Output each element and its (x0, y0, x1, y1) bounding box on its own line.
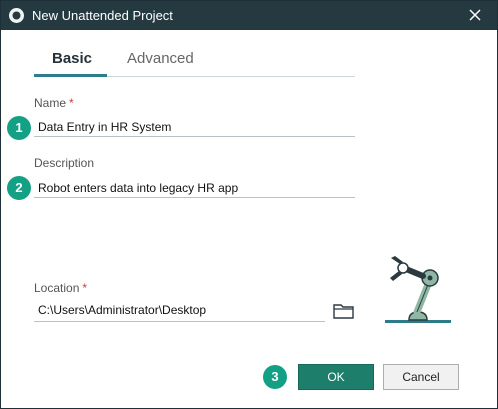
location-input[interactable]: C:\Users\Administrator\Desktop (38, 303, 206, 317)
callout-badge-3: 3 (263, 365, 287, 389)
title-bar: New Unattended Project (1, 1, 497, 30)
description-input-underline (34, 197, 355, 198)
required-mark: * (69, 96, 74, 110)
description-label: Description (34, 156, 95, 170)
callout-badge-2: 2 (7, 176, 31, 200)
ok-button[interactable]: OK (298, 364, 374, 390)
robot-arm-icon (385, 256, 451, 323)
window-title: New Unattended Project (32, 8, 173, 23)
name-label: Name * (34, 96, 74, 110)
location-input-underline (34, 321, 325, 322)
tab-basic[interactable]: Basic (52, 50, 92, 67)
name-input[interactable]: Data Entry in HR System (38, 120, 171, 134)
uipath-circle-icon (9, 8, 24, 23)
cancel-button[interactable]: Cancel (383, 364, 459, 390)
description-input[interactable]: Robot enters data into legacy HR app (38, 181, 238, 195)
name-input-underline (34, 136, 355, 137)
active-tab-indicator (34, 74, 107, 77)
dialog-window: New Unattended Project Basic Advanced Na… (0, 0, 498, 409)
folder-icon[interactable] (332, 301, 356, 321)
tab-advanced[interactable]: Advanced (127, 50, 194, 67)
close-x-icon[interactable] (463, 3, 487, 27)
location-label: Location * (34, 281, 88, 295)
required-mark: * (82, 281, 88, 295)
callout-badge-1: 1 (7, 116, 31, 140)
